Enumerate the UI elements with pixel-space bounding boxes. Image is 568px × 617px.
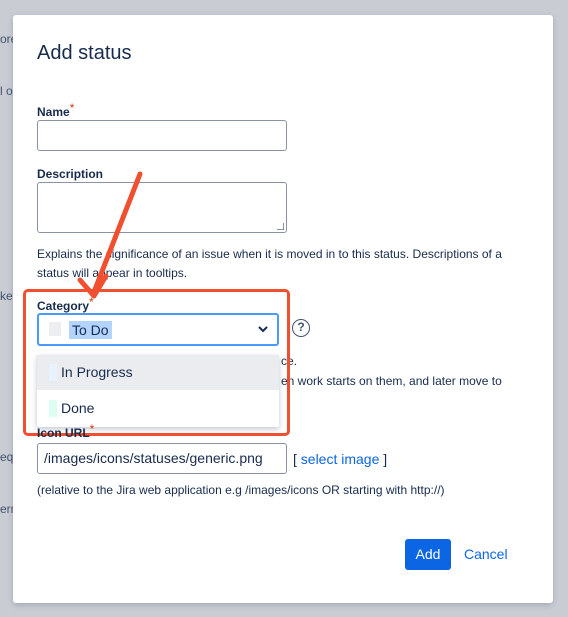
resize-handle-icon[interactable] (277, 223, 284, 230)
category-selected-value: To Do (69, 321, 112, 339)
description-label: Description (37, 167, 104, 181)
category-help-fragment: ce. (281, 354, 298, 368)
dialog-title: Add status (37, 42, 132, 64)
required-mark: * (89, 422, 95, 436)
required-mark: * (69, 101, 75, 115)
question-circle-icon[interactable]: ? (292, 319, 310, 337)
chevron-down-icon[interactable] (257, 322, 269, 336)
category-option-done[interactable]: Done (37, 391, 279, 426)
select-image-link[interactable]: select image (301, 451, 380, 467)
background-text: l o (0, 84, 13, 98)
required-mark: * (89, 295, 94, 309)
category-option-in-progress[interactable]: In Progress (37, 355, 279, 390)
option-color-swatch (49, 400, 57, 417)
category-color-swatch (49, 322, 61, 336)
select-image-link-group: [ select image ] (293, 451, 388, 467)
icon-url-label: Icon URL* (37, 422, 95, 440)
option-color-swatch (49, 364, 57, 381)
add-status-dialog: Add status Name* Description Explains th… (13, 15, 553, 603)
add-button[interactable]: Add (405, 539, 451, 570)
name-label: Name* (37, 101, 75, 119)
category-dropdown-menu: In Progress Done (37, 355, 279, 427)
category-label: Category* (37, 295, 94, 313)
icon-url-input[interactable]: /images/icons/statuses/generic.png (37, 443, 287, 474)
category-select[interactable]: To Do (37, 313, 279, 346)
category-help-fragment: en work starts on them, and later move t… (281, 374, 502, 388)
description-help-text: Explains the significance of an issue wh… (37, 247, 502, 280)
icon-url-note: (relative to the Jira web application e.… (37, 483, 445, 497)
name-input[interactable] (37, 120, 287, 151)
description-textarea[interactable] (37, 182, 287, 233)
cancel-button[interactable]: Cancel (464, 546, 508, 562)
